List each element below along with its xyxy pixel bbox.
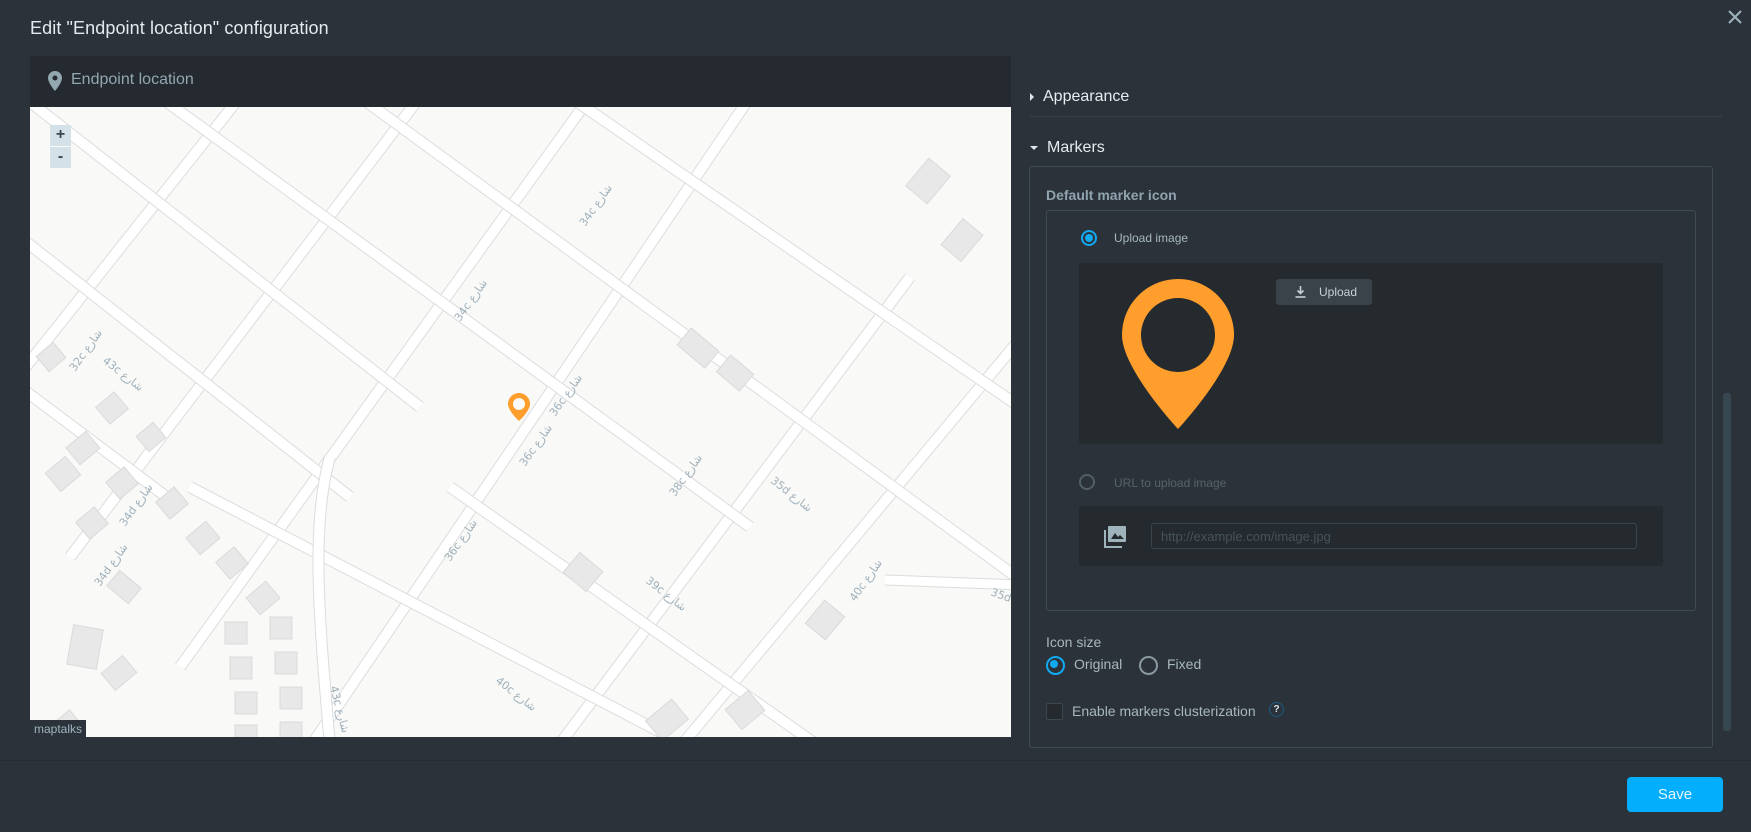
building: [724, 689, 766, 731]
image-library-icon: [1104, 526, 1126, 548]
zoom-in-button[interactable]: +: [50, 125, 71, 146]
building: [234, 691, 258, 715]
street-label: 32c شارع: [67, 327, 105, 374]
map-canvas[interactable]: 34c شارع34c شارع43c شارع32c شارع34d شارع…: [30, 107, 1011, 737]
dialog-title: Edit "Endpoint location" configuration: [30, 18, 329, 38]
building: [185, 520, 221, 556]
icon-size-label: Icon size: [1046, 634, 1102, 650]
building: [279, 721, 303, 737]
widget-header: Endpoint location: [30, 56, 1011, 107]
building: [940, 217, 984, 263]
url-image-radio[interactable]: [1079, 474, 1095, 490]
download-icon: [1295, 286, 1306, 298]
url-input-area: [1079, 506, 1663, 566]
default-marker-icon-label: Default marker icon: [1046, 187, 1177, 203]
building: [44, 455, 82, 493]
building: [100, 654, 138, 692]
upload-image-radio[interactable]: [1081, 230, 1097, 246]
upload-image-label: Upload image: [1114, 231, 1189, 245]
icon-size-original-label: Original: [1074, 656, 1123, 672]
building: [245, 580, 281, 616]
section-markers[interactable]: Markers: [1030, 139, 1105, 157]
road: [447, 482, 815, 737]
building: [279, 686, 303, 710]
building: [66, 624, 104, 670]
icon-size-fixed-radio[interactable]: [1139, 656, 1158, 675]
help-icon[interactable]: ?: [1269, 702, 1284, 717]
icon-size-fixed-label: Fixed: [1167, 656, 1202, 672]
road-network: [30, 107, 1011, 737]
street-labels: 34c شارع34c شارع43c شارع32c شارع34d شارع…: [67, 182, 1011, 734]
building: [224, 621, 248, 645]
markers-fieldset: Default marker icon Upload image Upload …: [1029, 166, 1713, 748]
close-button[interactable]: [1724, 6, 1746, 28]
clusterization-label: Enable markers clusterization: [1072, 703, 1256, 719]
street-label: 40c شارع: [493, 674, 539, 714]
building: [95, 391, 129, 425]
building: [905, 157, 951, 205]
image-preview-area: Upload: [1079, 263, 1663, 444]
chevron-down-icon: [1030, 145, 1038, 150]
building: [106, 569, 142, 605]
section-markers-label: Markers: [1047, 139, 1105, 156]
clusterization-checkbox[interactable]: [1046, 703, 1063, 720]
street-label: 34c شارع: [577, 182, 615, 229]
section-appearance[interactable]: Appearance: [1030, 88, 1129, 106]
section-appearance-label: Appearance: [1043, 88, 1130, 105]
building: [269, 616, 293, 640]
url-input[interactable]: [1151, 523, 1637, 549]
building: [234, 724, 258, 737]
building: [229, 656, 253, 680]
map-view[interactable]: 34c شارع 34c شارع 43c شارع 32c شارع 34d شارع…: [30, 107, 1011, 737]
building: [274, 651, 298, 675]
footer-divider: [0, 760, 1751, 761]
building: [135, 421, 167, 453]
zoom-out-button[interactable]: -: [50, 147, 71, 168]
map-attribution[interactable]: maptalks: [30, 720, 87, 737]
street-label: 43c شارع: [100, 354, 146, 394]
save-button[interactable]: Save: [1627, 777, 1723, 812]
widget-title: Endpoint location: [71, 71, 194, 88]
chevron-right-icon: [1030, 92, 1034, 101]
marker-image-box: Upload image Upload URL to upload image: [1046, 210, 1696, 611]
settings-scrollbar[interactable]: [1723, 393, 1731, 731]
section-divider: [1030, 116, 1722, 117]
map-pin-icon: [48, 71, 62, 91]
road: [884, 575, 1011, 590]
upload-button-label: Upload: [1319, 285, 1358, 299]
marker-preview-icon: [1122, 279, 1234, 429]
close-icon: [1728, 10, 1742, 24]
street-label: 40c شارع: [847, 557, 885, 604]
icon-size-original-radio[interactable]: [1046, 656, 1065, 675]
building: [804, 599, 846, 641]
url-image-label: URL to upload image: [1114, 476, 1227, 490]
road: [310, 107, 750, 737]
street-label: 35d شارع: [768, 474, 815, 514]
upload-button[interactable]: Upload: [1276, 279, 1372, 305]
